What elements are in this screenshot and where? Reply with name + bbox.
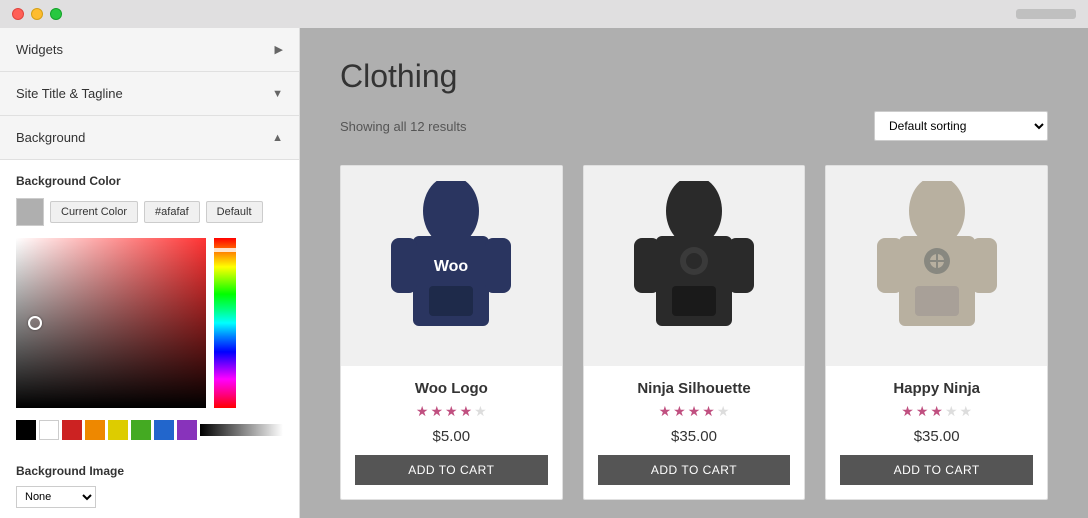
window-controls: [12, 8, 62, 20]
swatch-black[interactable]: [16, 420, 36, 440]
svg-text:Woo: Woo: [434, 258, 469, 275]
color-picker: [16, 238, 283, 408]
color-swatches-row: [16, 420, 283, 440]
main-content: Clothing Showing all 12 results Default …: [300, 28, 1088, 518]
gray-gradient-strip[interactable]: [200, 424, 283, 436]
product-name-woo-logo: Woo Logo: [355, 380, 548, 397]
close-button[interactable]: [12, 8, 24, 20]
widgets-label: Widgets: [16, 42, 63, 57]
product-price-ninja-silhouette: $35.00: [598, 428, 791, 445]
default-button[interactable]: Default: [206, 201, 263, 223]
app-body: Widgets ▶ Site Title & Tagline ▼ Backgro…: [0, 28, 1088, 518]
sorting-select[interactable]: Default sorting Sort by popularity Sort …: [874, 111, 1048, 141]
titlebar-right-control: [1016, 9, 1076, 19]
hue-cursor: [214, 248, 236, 252]
star-rating-woo-logo: ★ ★ ★ ★ ★: [355, 403, 548, 420]
color-gradient[interactable]: [16, 238, 206, 408]
swatch-white[interactable]: [39, 420, 59, 440]
background-color-label: Background Color: [16, 174, 283, 188]
background-image-label: Background Image: [16, 464, 283, 478]
background-label: Background: [16, 130, 85, 145]
hex-value-button[interactable]: #afafaf: [144, 201, 200, 223]
background-image-select[interactable]: None: [16, 486, 96, 508]
titlebar: [0, 0, 1088, 28]
sidebar-item-site-title[interactable]: Site Title & Tagline ▼: [0, 72, 299, 116]
add-to-cart-ninja-silhouette[interactable]: Add to cart: [598, 455, 791, 485]
product-image-ninja-silhouette: [584, 166, 805, 366]
swatch-green[interactable]: [131, 420, 151, 440]
product-info-happy-ninja: Happy Ninja ★ ★ ★ ★ ★ $35.00 Add to cart: [826, 366, 1047, 499]
add-to-cart-woo-logo[interactable]: Add to cart: [355, 455, 548, 485]
product-info-ninja-silhouette: Ninja Silhouette ★ ★ ★ ★ ★ $35.00 Add to…: [584, 366, 805, 499]
maximize-button[interactable]: [50, 8, 62, 20]
product-card-ninja-silhouette[interactable]: Ninja Silhouette ★ ★ ★ ★ ★ $35.00 Add to…: [583, 165, 806, 500]
minimize-button[interactable]: [31, 8, 43, 20]
swatch-blue[interactable]: [154, 420, 174, 440]
star-rating-happy-ninja: ★ ★ ★ ★ ★: [840, 403, 1033, 420]
results-bar: Showing all 12 results Default sorting S…: [340, 111, 1048, 141]
results-count: Showing all 12 results: [340, 119, 466, 134]
sidebar: Widgets ▶ Site Title & Tagline ▼ Backgro…: [0, 28, 300, 518]
swatch-purple[interactable]: [177, 420, 197, 440]
product-name-happy-ninja: Happy Ninja: [840, 380, 1033, 397]
hue-strip[interactable]: [214, 238, 236, 408]
background-color-section: Background Color Current Color #afafaf D…: [0, 160, 299, 454]
current-color-swatch[interactable]: [16, 198, 44, 226]
product-card-woo-logo[interactable]: Woo Woo Logo ★ ★ ★ ★ ★ $5.00 Add to cart: [340, 165, 563, 500]
widgets-arrow: ▶: [275, 43, 283, 56]
product-name-ninja-silhouette: Ninja Silhouette: [598, 380, 791, 397]
background-image-section: Background Image None: [0, 454, 299, 518]
swatch-yellow[interactable]: [108, 420, 128, 440]
current-color-button[interactable]: Current Color: [50, 201, 138, 223]
background-header[interactable]: Background ▲: [0, 116, 299, 160]
swatch-orange[interactable]: [85, 420, 105, 440]
background-arrow: ▲: [272, 132, 283, 144]
page-title: Clothing: [340, 58, 1048, 95]
sidebar-section-background: Background ▲ Background Color Current Co…: [0, 116, 299, 518]
star-rating-ninja-silhouette: ★ ★ ★ ★ ★: [598, 403, 791, 420]
sidebar-item-widgets[interactable]: Widgets ▶: [0, 28, 299, 72]
color-buttons-row: Current Color #afafaf Default: [16, 198, 283, 226]
picker-cursor: [28, 316, 42, 330]
product-card-happy-ninja[interactable]: Happy Ninja ★ ★ ★ ★ ★ $35.00 Add to cart: [825, 165, 1048, 500]
product-price-happy-ninja: $35.00: [840, 428, 1033, 445]
site-title-label: Site Title & Tagline: [16, 86, 123, 101]
product-image-woo-logo: Woo: [341, 166, 562, 366]
swatch-red[interactable]: [62, 420, 82, 440]
product-info-woo-logo: Woo Logo ★ ★ ★ ★ ★ $5.00 Add to cart: [341, 366, 562, 499]
product-grid: Woo Woo Logo ★ ★ ★ ★ ★ $5.00 Add to cart: [340, 165, 1048, 500]
product-image-happy-ninja: [826, 166, 1047, 366]
add-to-cart-happy-ninja[interactable]: Add to cart: [840, 455, 1033, 485]
site-title-arrow: ▼: [272, 88, 283, 100]
product-price-woo-logo: $5.00: [355, 428, 548, 445]
